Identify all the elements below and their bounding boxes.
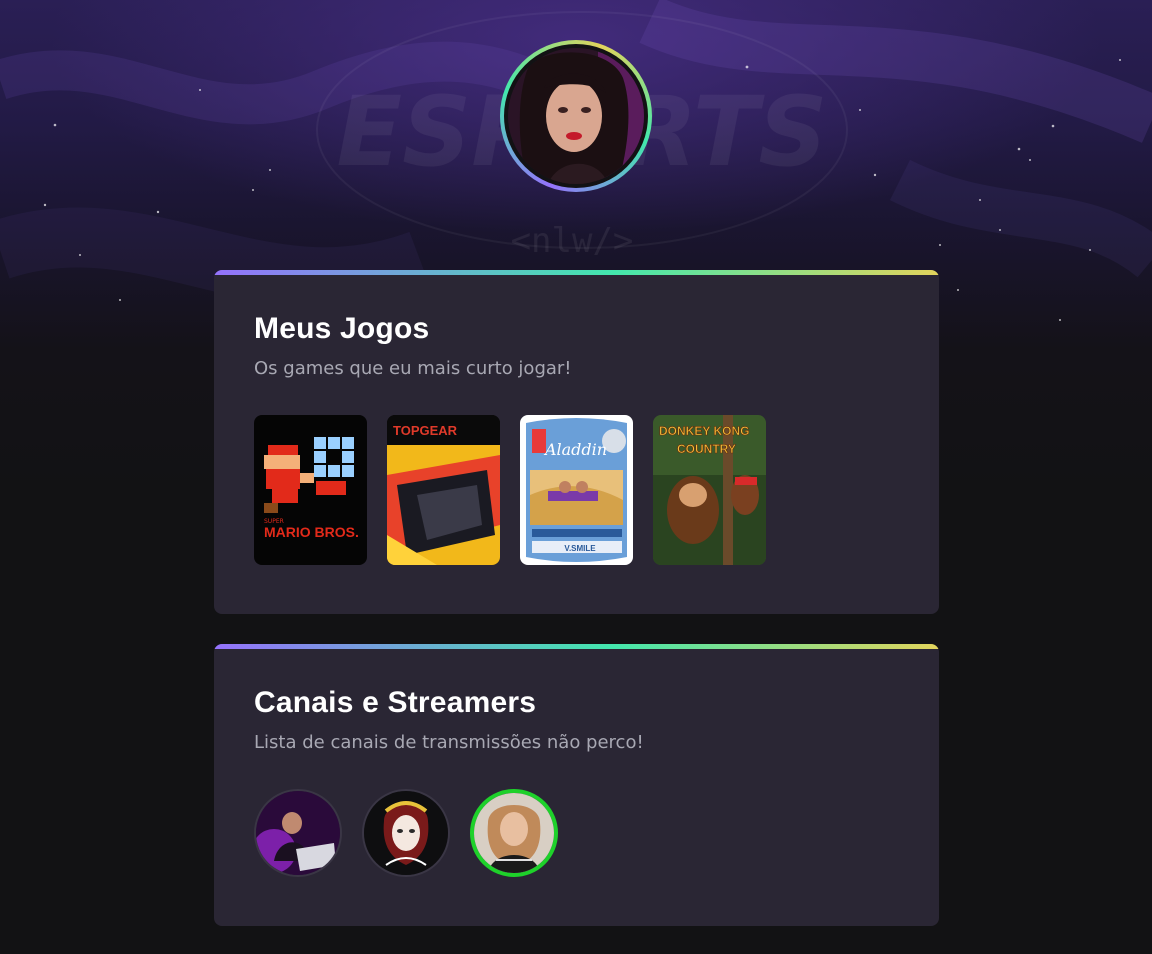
streamers-subtitle: Lista de canais de transmissões não perc… — [254, 732, 644, 753]
games-title: Meus Jogos — [254, 312, 430, 345]
streamers-title: Canais e Streamers — [254, 686, 537, 719]
game-cover-topgear[interactable]: TOPGEAR — [387, 415, 500, 565]
svg-text:V.SMILE: V.SMILE — [564, 544, 596, 553]
topgear-cover-title: TOPGEAR — [393, 423, 458, 438]
streamers-card: Canais e Streamers Lista de canais de tr… — [214, 644, 939, 926]
streamer-avatar-1[interactable] — [254, 789, 342, 877]
games-card: Meus Jogos Os games que eu mais curto jo… — [214, 270, 939, 614]
aladdin-cover-title: Aladdin — [543, 440, 607, 459]
mario-cover-title: MARIO BROS. — [264, 524, 359, 540]
game-cover-mario[interactable]: SUPER MARIO BROS. — [254, 415, 367, 565]
profile-photo — [508, 48, 644, 184]
profile-avatar — [500, 40, 652, 192]
streamer-avatar-3-live[interactable] — [470, 789, 558, 877]
streamers-list — [254, 789, 558, 877]
games-subtitle: Os games que eu mais curto jogar! — [254, 358, 572, 379]
background-tag: <nlw/> — [511, 221, 634, 261]
game-cover-donkeykong[interactable]: DONKEY KONG COUNTRY — [653, 415, 766, 565]
donkeykong-cover-title: DONKEY KONG — [659, 424, 749, 438]
streamer-avatar-2[interactable] — [362, 789, 450, 877]
games-list: SUPER MARIO BROS. TOPGEAR Aladdin V.SMIL… — [254, 415, 766, 565]
svg-text:COUNTRY: COUNTRY — [677, 442, 736, 456]
game-cover-aladdin[interactable]: Aladdin V.SMILE — [520, 415, 633, 565]
